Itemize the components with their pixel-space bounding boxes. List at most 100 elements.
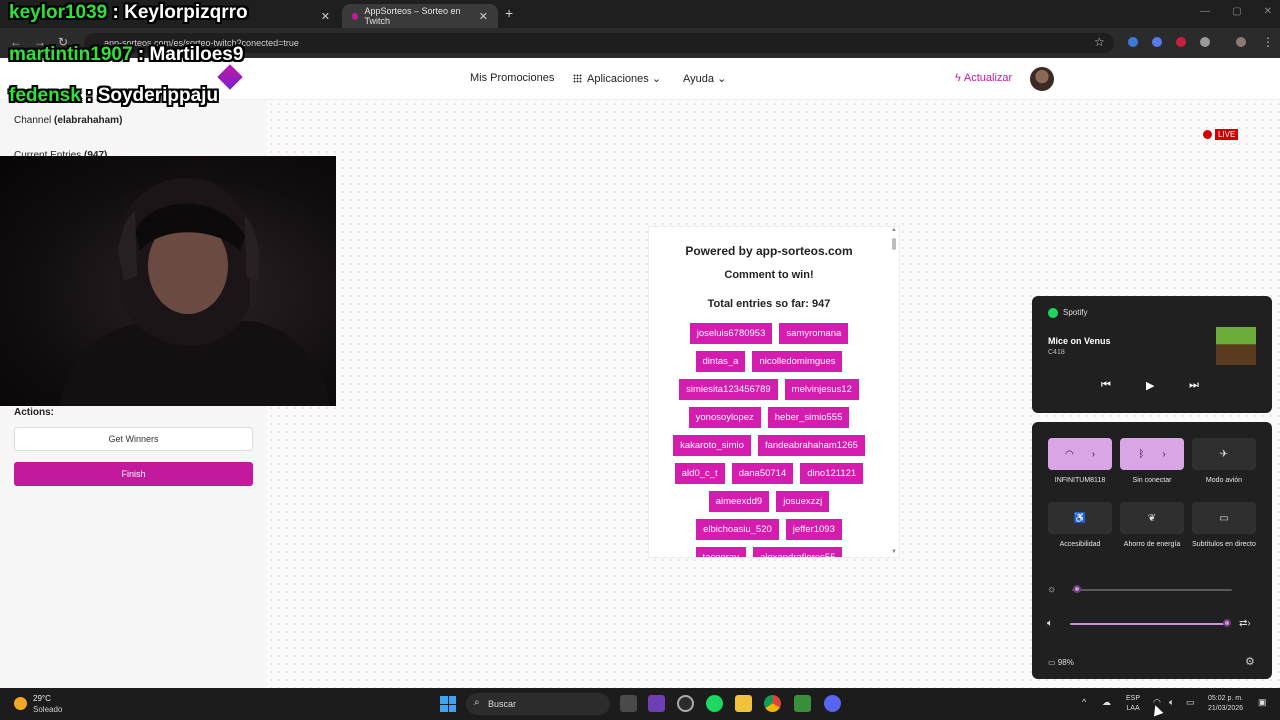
live-captions-toggle[interactable]: ▭ <box>1192 502 1256 534</box>
scrollbar-thumb[interactable] <box>892 238 896 250</box>
widget-subtitle: Comment to win! <box>724 269 814 281</box>
file-explorer-icon[interactable] <box>735 695 752 712</box>
energy-saver-toggle[interactable]: ❦ <box>1120 502 1184 534</box>
audio-output-icon[interactable]: ⇄› <box>1239 618 1251 629</box>
weather-desc[interactable]: Soleado <box>33 705 62 714</box>
new-tab-icon[interactable]: + <box>505 5 513 21</box>
update-button[interactable]: ϟ Actualizar <box>955 72 1012 84</box>
nav-ayuda-label: Ayuda <box>683 73 714 85</box>
play-icon[interactable]: ▶ <box>1146 379 1154 392</box>
update-label: Actualizar <box>963 72 1013 84</box>
chat-message: fedensk : Soyderippaju <box>9 85 219 106</box>
app-icon[interactable] <box>677 695 694 712</box>
chevron-down-icon: ⌄ <box>651 73 662 85</box>
bookmark-star-icon[interactable]: ☆ <box>1094 35 1105 49</box>
avatar[interactable] <box>1030 67 1054 91</box>
track-title: Mice on Venus <box>1048 336 1111 346</box>
next-track-icon[interactable]: ⏭ <box>1189 379 1199 392</box>
battery-icon[interactable]: ▭ <box>1186 697 1195 708</box>
leaf-icon: ❦ <box>1147 512 1157 524</box>
widget-title: Powered by app-sorteos.com <box>685 244 853 258</box>
nav-ayuda[interactable]: Ayuda ⌄ <box>683 72 726 85</box>
maximize-icon[interactable]: ▢ <box>1232 6 1241 17</box>
wifi-toggle[interactable]: ◠ › <box>1048 438 1112 470</box>
browser-menu-icon[interactable]: ⋮ <box>1262 35 1274 49</box>
wifi-label: INFINITUM8118 <box>1054 477 1106 484</box>
channel-label: Channel <box>14 115 52 126</box>
task-view-icon[interactable] <box>620 695 637 712</box>
track-artist: C418 <box>1048 349 1065 356</box>
sun-icon[interactable] <box>14 697 27 710</box>
brightness-slider-thumb[interactable] <box>1072 585 1081 593</box>
taskbar-search[interactable]: ⌕ Buscar <box>466 693 610 715</box>
search-icon: ⌕ <box>474 697 480 708</box>
nav-aplicaciones[interactable]: Aplicaciones ⌄ <box>573 72 661 85</box>
chevron-up-icon[interactable]: ^ <box>1082 697 1086 707</box>
extension-icon[interactable] <box>1128 37 1138 47</box>
nav-aplicaciones-label: Aplicaciones <box>587 73 649 85</box>
bolt-icon: ϟ <box>955 72 961 84</box>
entry-row: elbichoasiu_520 jeffer1093 <box>649 519 889 540</box>
tray-app-icon[interactable]: ☁ <box>1102 697 1111 708</box>
volume-slider-thumb[interactable] <box>1222 619 1231 627</box>
minimize-icon[interactable]: — <box>1200 6 1210 17</box>
quick-settings: ◠ › ᛒ › ✈ INFINITUM8118 Sin conectar Modo … <box>1032 422 1272 679</box>
tab-close-icon[interactable]: ✕ <box>479 10 488 23</box>
live-indicator: LIVE <box>1203 129 1239 140</box>
brightness-slider[interactable] <box>1072 589 1232 591</box>
entry-chip: kakaroto_simio <box>673 435 751 456</box>
accessibility-icon: ♿ <box>1073 512 1087 524</box>
bluetooth-label: Sin conectar <box>1132 477 1172 484</box>
language-indicator[interactable]: ESP LAA <box>1126 694 1140 714</box>
volume-icon[interactable]: 🔈︎ <box>1169 697 1174 708</box>
clock[interactable]: 05:02 p. m. 21/03/2026 <box>1208 694 1243 714</box>
taskbar: 29°C Soleado ⌕ Buscar ^ ☁ ESP LAA ◠ 🔈︎ ▭… <box>0 688 1280 720</box>
entry-chip: samyromana <box>779 323 849 344</box>
search-label: Buscar <box>488 699 517 709</box>
widgets-app-icon[interactable] <box>648 695 665 712</box>
previous-track-icon[interactable]: ⏮ <box>1101 379 1111 392</box>
extension-icon[interactable] <box>1152 37 1162 47</box>
spotify-taskbar-icon[interactable] <box>706 695 723 712</box>
minecraft-icon[interactable] <box>794 695 811 712</box>
chrome-icon[interactable] <box>764 695 781 712</box>
extensions-puzzle-icon[interactable] <box>1200 37 1210 47</box>
discord-icon[interactable] <box>824 695 841 712</box>
scroll-down-icon[interactable]: ▼ <box>891 549 897 555</box>
chevron-down-icon: ⌄ <box>717 73 727 85</box>
scroll-up-icon[interactable]: ▲ <box>891 227 897 233</box>
energy-saver-label: Ahorro de energía <box>1123 541 1181 548</box>
settings-gear-icon[interactable]: ⚙ <box>1245 655 1255 668</box>
notification-bell-icon[interactable]: ▣ <box>1258 697 1267 708</box>
finish-button[interactable]: Finish <box>14 462 253 486</box>
airplane-toggle[interactable]: ✈ <box>1192 438 1256 470</box>
accessibility-toggle[interactable]: ♿ <box>1048 502 1112 534</box>
chat-user: martintin1907 <box>9 44 133 65</box>
chevron-right-icon[interactable]: › <box>1162 449 1165 460</box>
bluetooth-toggle[interactable]: ᛒ › <box>1120 438 1184 470</box>
chevron-right-icon[interactable]: › <box>1092 449 1095 460</box>
accessibility-label: Accesibilidad <box>1059 541 1101 548</box>
tab-title: AppSorteos – Sorteo en Twitch <box>364 6 461 26</box>
weather-temp[interactable]: 29°C <box>33 694 51 703</box>
entry-row: dintas_a nicolledomimgues <box>649 351 889 372</box>
extension-icon[interactable] <box>1176 37 1186 47</box>
media-flyout: Spotify Mice on Venus C418 ⏮ ▶ ⏭ <box>1032 296 1272 413</box>
browser-tab-active[interactable]: AppSorteos – Sorteo en Twitch ✕ <box>342 4 498 28</box>
entry-chip: nicolledomimgues <box>752 351 843 372</box>
brightness-icon: ☼ <box>1047 584 1057 595</box>
entries-widget: Powered by app-sorteos.com Comment to wi… <box>648 226 900 558</box>
favicon-icon <box>352 12 359 20</box>
chat-message: keylor1039 : Keylorpizqrro <box>9 2 248 23</box>
tab-close-icon[interactable]: ✕ <box>321 10 330 23</box>
media-app-name: Spotify <box>1063 308 1088 317</box>
windows-start-icon[interactable] <box>440 696 456 712</box>
nav-mis-promociones[interactable]: Mis Promociones <box>470 72 554 84</box>
get-winners-button[interactable]: Get Winners <box>14 427 253 451</box>
chat-text: Martiloes9 <box>149 44 244 65</box>
entry-chip: elbichoasiu_520 <box>696 519 779 540</box>
volume-slider[interactable] <box>1070 623 1227 625</box>
entry-chip: aimeexdd9 <box>708 491 770 512</box>
profile-icon[interactable] <box>1236 37 1246 47</box>
close-window-icon[interactable]: ✕ <box>1264 6 1272 17</box>
